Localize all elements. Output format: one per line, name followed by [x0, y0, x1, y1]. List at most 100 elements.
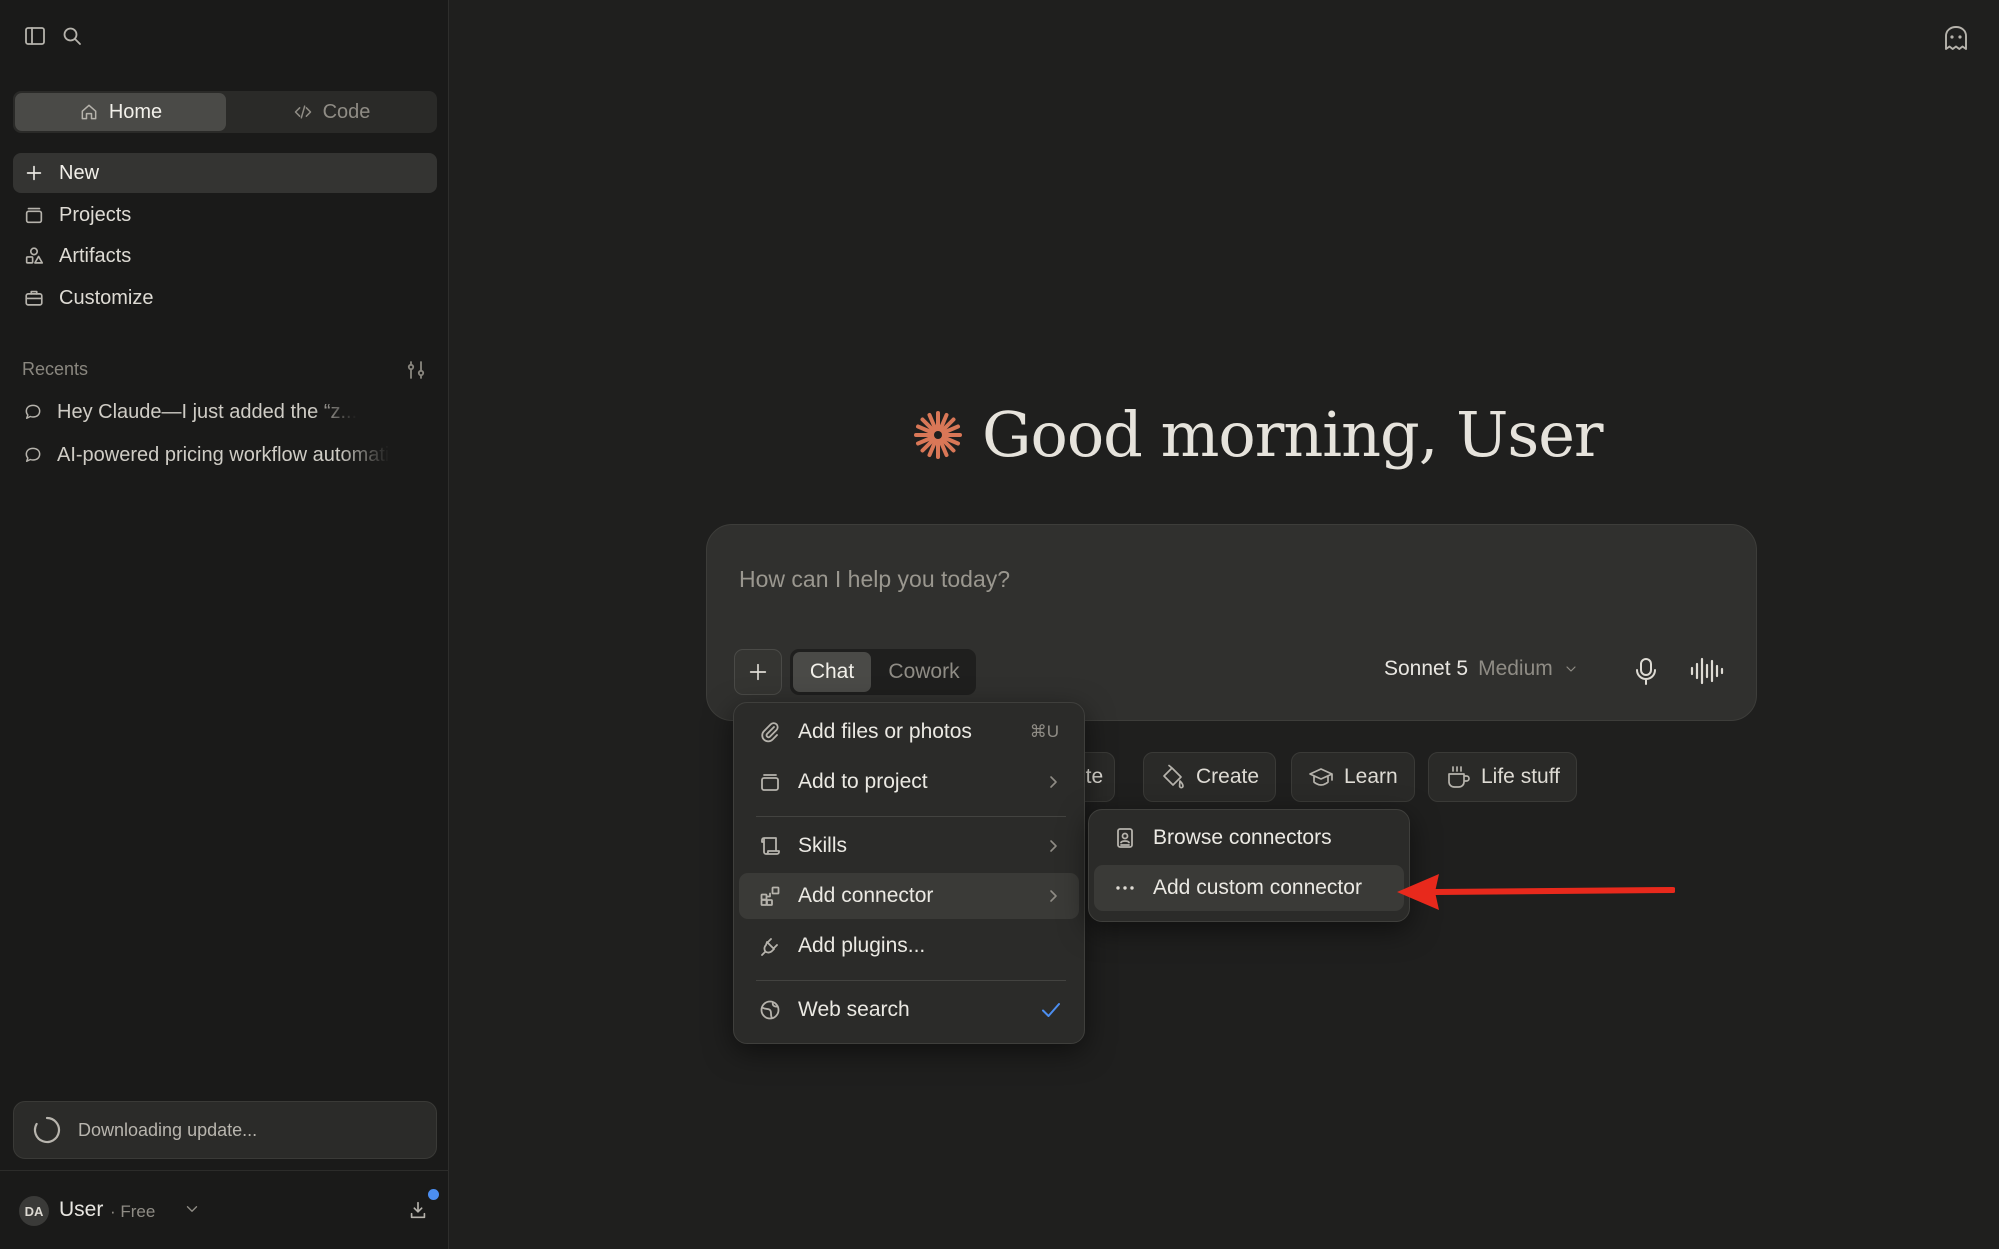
home-icon: [81, 104, 97, 120]
greeting: Good morning, User: [910, 398, 1604, 471]
menu-item-browse-connectors[interactable]: Browse connectors: [1094, 815, 1404, 861]
filter-icon[interactable]: [404, 358, 428, 382]
chat-mode-button[interactable]: Chat: [793, 652, 871, 692]
avatar: DA: [19, 1196, 49, 1226]
update-status-banner: Downloading update...: [13, 1101, 437, 1159]
keyboard-shortcut: ⌘U: [1029, 722, 1059, 741]
menu-item-label: Web search: [798, 998, 910, 1021]
notification-dot: [425, 1186, 442, 1203]
menu-item-label: Add connector: [798, 884, 934, 907]
folder-icon: [25, 207, 43, 224]
sidebar-item-label: Artifacts: [59, 244, 132, 267]
sidebar-item-customize[interactable]: Customize: [13, 278, 437, 318]
claude-spark-logo-icon: [914, 410, 962, 459]
chevron-right-icon: [1050, 890, 1057, 902]
chip-label: Life stuff: [1481, 765, 1560, 788]
greeting-text: Good morning, User: [982, 398, 1604, 471]
menu-item-label: Skills: [798, 834, 848, 857]
menu-item-label: Add files or photos: [798, 720, 972, 743]
ghost-incognito-icon[interactable]: [1941, 23, 1971, 53]
directory-icon: [1117, 828, 1133, 848]
user-menu[interactable]: DA User · Free: [0, 1170, 449, 1249]
scroll-icon: [761, 837, 780, 855]
sidebar-item-label: Projects: [59, 203, 132, 226]
tab-code-label: Code: [322, 100, 371, 123]
sidebar-item-label: New: [59, 161, 100, 184]
recent-chat-item[interactable]: Hey Claude—I just added the “z...: [13, 393, 433, 431]
plus-icon: [749, 663, 767, 681]
more-dots-icon: [1116, 886, 1134, 890]
app-window: Home Code New Projects Artifacts Customi…: [0, 0, 1999, 1249]
checkmark-icon: [1042, 1003, 1060, 1017]
menu-item-label: Browse connectors: [1153, 826, 1332, 849]
chevron-down-icon: [1566, 666, 1576, 672]
chip-label: Create: [1196, 765, 1260, 788]
sidebar-toggle-icon[interactable]: [23, 24, 47, 48]
coffee-cup-icon: [1448, 766, 1470, 788]
chevron-right-icon: [1050, 840, 1057, 852]
model-selector[interactable]: Sonnet 5 Medium: [1384, 657, 1579, 681]
recent-chat-item[interactable]: AI-powered pricing workflow automati: [13, 436, 433, 474]
artifacts-icon: [25, 247, 44, 264]
sidebar-item-projects[interactable]: Projects: [13, 195, 437, 235]
chat-mode-toggle: Chat Cowork: [790, 649, 976, 695]
tab-code[interactable]: Code: [226, 93, 437, 131]
spinner-icon: [33, 1116, 61, 1144]
plug-icon: [761, 938, 778, 956]
graduation-cap-icon: [1309, 768, 1333, 786]
folder-icon: [761, 774, 779, 791]
chevron-down-icon[interactable]: [183, 1200, 201, 1218]
prompt-composer: Chat Cowork Sonnet 5 Medium: [706, 524, 1757, 721]
attach-menu: Add files or photos ⌘U Add to project Sk…: [733, 702, 1085, 1044]
chip-life-stuff[interactable]: Life stuff: [1428, 752, 1577, 802]
model-effort: Medium: [1478, 657, 1553, 680]
tab-home[interactable]: Home: [15, 93, 226, 131]
menu-item-add-to-project[interactable]: Add to project: [739, 759, 1079, 805]
model-name: Sonnet 5: [1384, 657, 1469, 680]
menu-item-web-search[interactable]: Web search: [739, 987, 1079, 1033]
recents-heading: Recents: [22, 359, 89, 379]
recent-chat-title: AI-powered pricing workflow automati: [57, 443, 390, 466]
menu-item-add-connector[interactable]: Add connector: [739, 873, 1079, 919]
briefcase-icon: [25, 290, 43, 306]
update-status-text: Downloading update...: [78, 1119, 258, 1140]
menu-item-skills[interactable]: Skills: [739, 823, 1079, 869]
paint-bucket-icon: [1163, 764, 1184, 789]
menu-divider: [756, 980, 1066, 981]
menu-item-add-plugins[interactable]: Add plugins...: [739, 923, 1079, 969]
cowork-mode-button[interactable]: Cowork: [875, 652, 973, 692]
menu-item-label: Add plugins...: [798, 934, 926, 957]
connector-submenu: Browse connectors Add custom connector: [1088, 809, 1410, 922]
attach-plus-button[interactable]: [734, 649, 782, 695]
code-icon: [294, 105, 311, 119]
paperclip-icon: [761, 722, 779, 743]
download-icon[interactable]: [407, 1199, 429, 1221]
mode-switch: Home Code: [13, 91, 437, 133]
connector-grid-icon: [760, 886, 780, 906]
user-name: User: [59, 1198, 104, 1221]
search-icon[interactable]: [60, 24, 84, 48]
menu-item-add-custom-connector[interactable]: Add custom connector: [1094, 865, 1404, 911]
sidebar: Home Code New Projects Artifacts Customi…: [0, 0, 449, 1249]
chip-create[interactable]: Create: [1143, 752, 1277, 802]
chip-label: Learn: [1344, 765, 1398, 788]
menu-item-add-files[interactable]: Add files or photos ⌘U: [739, 709, 1079, 755]
user-plan: · Free: [110, 1202, 156, 1221]
menu-item-label: Add to project: [798, 770, 928, 793]
chat-bubble-icon: [25, 404, 41, 419]
menu-divider: [756, 816, 1066, 817]
sidebar-item-new[interactable]: New: [13, 153, 437, 193]
sidebar-item-artifacts[interactable]: Artifacts: [13, 236, 437, 276]
annotation-arrow: [1397, 874, 1675, 910]
microphone-icon[interactable]: [1632, 656, 1660, 686]
recent-chat-title: Hey Claude—I just added the “z...: [57, 400, 358, 423]
prompt-input[interactable]: [739, 559, 1639, 599]
chevron-right-icon: [1050, 776, 1057, 788]
plus-icon: [26, 165, 42, 181]
sidebar-item-label: Customize: [59, 286, 154, 309]
chip-learn[interactable]: Learn: [1291, 752, 1415, 802]
chat-bubble-icon: [25, 447, 41, 462]
voice-mode-icon[interactable]: [1689, 656, 1725, 686]
tab-home-label: Home: [108, 100, 163, 123]
menu-item-label: Add custom connector: [1153, 876, 1362, 899]
